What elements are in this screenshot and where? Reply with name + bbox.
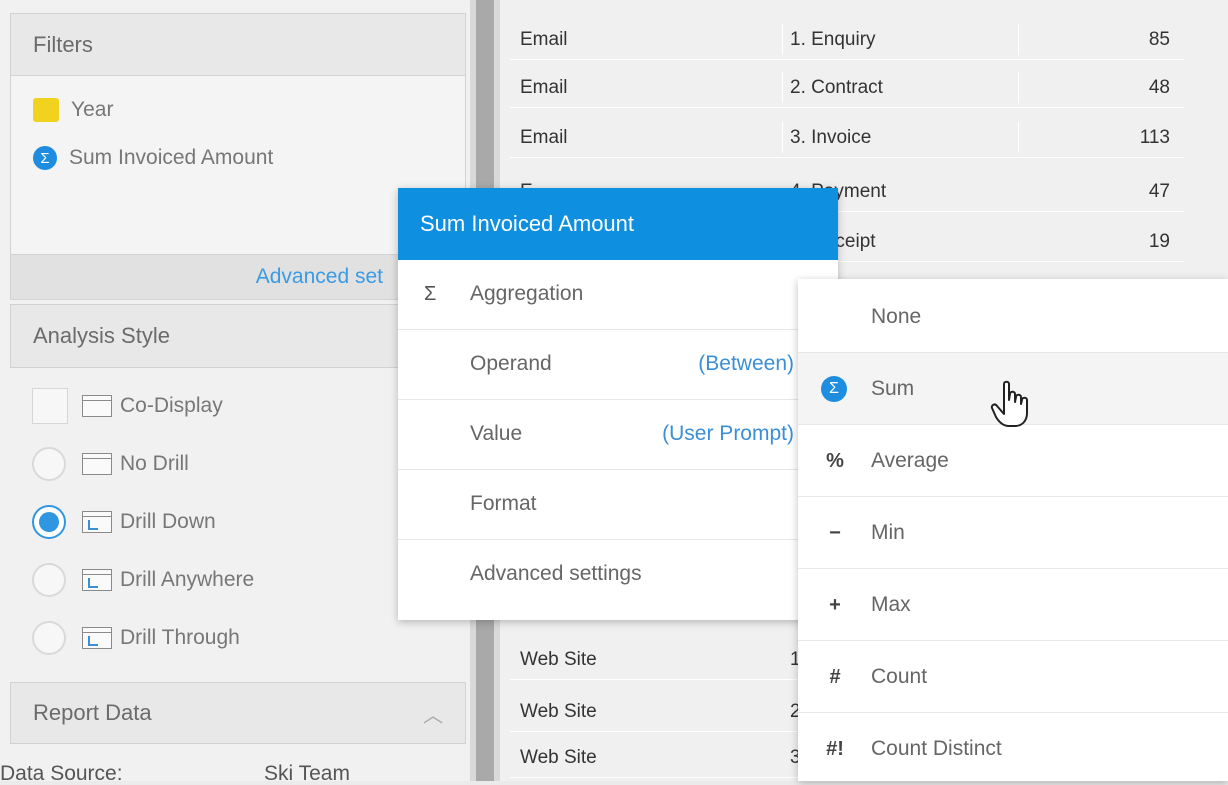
cell-divider <box>1018 122 1019 153</box>
aggregation-option-min[interactable]: − Min <box>798 497 1228 569</box>
style-option-drill-anywhere[interactable]: Drill Anywhere <box>32 563 254 597</box>
co-display-checkbox[interactable] <box>32 388 68 424</box>
aggregation-option-count[interactable]: # Count <box>798 641 1228 713</box>
menu-item-label: Advanced settings <box>470 562 642 585</box>
percent-icon: % <box>826 450 844 472</box>
style-option-label: No Drill <box>120 452 189 475</box>
aggregation-option-none[interactable]: None <box>798 281 1228 353</box>
option-label: Count Distinct <box>871 737 1002 760</box>
filters-title: Filters <box>33 31 93 57</box>
option-label: Count <box>871 665 928 688</box>
no-drill-radio[interactable] <box>32 447 66 481</box>
menu-item-value: (Between) <box>698 352 794 375</box>
table-cell: 113 <box>1139 126 1170 148</box>
table-cell: Web Site <box>520 700 597 722</box>
menu-item-value[interactable]: Value (User Prompt) <box>398 400 838 470</box>
drill-through-icon <box>82 627 112 649</box>
aggregation-submenu: None Σ Sum % Average − Min + Max # Count… <box>798 279 1228 781</box>
table-row[interactable]: Email 1. Enquiry 85 <box>510 20 1184 60</box>
table-cell: 2. Contract <box>790 76 883 98</box>
filter-item-year[interactable]: Year <box>33 98 113 122</box>
drill-anywhere-icon <box>82 569 112 591</box>
table-cell: Email <box>520 126 568 148</box>
menu-item-label: Value <box>470 422 523 445</box>
table-cell: 48 <box>1148 76 1170 98</box>
option-label: Max <box>871 593 911 616</box>
style-option-label: Drill Through <box>120 626 240 649</box>
drill-anywhere-radio[interactable] <box>32 563 66 597</box>
sigma-icon: Σ <box>424 283 437 305</box>
report-data-title: Report Data <box>33 700 152 725</box>
hand-pointer-icon <box>990 380 1028 427</box>
co-display-icon <box>82 395 112 417</box>
field-settings-popup: Sum Invoiced Amount Σ Aggregation Operan… <box>398 188 838 620</box>
menu-item-label: Aggregation <box>470 282 584 305</box>
menu-item-advanced-settings[interactable]: Advanced settings <box>398 540 838 610</box>
analysis-style-title: Analysis Style <box>33 323 170 348</box>
style-option-co-display[interactable]: Co-Display <box>32 388 223 424</box>
data-source-row: Data Source: Ski Team <box>0 746 470 781</box>
style-option-label: Drill Anywhere <box>120 568 255 591</box>
cell-divider <box>782 72 783 103</box>
style-option-label: Co-Display <box>120 394 223 417</box>
style-option-drill-down[interactable]: Drill Down <box>32 505 216 539</box>
plus-icon: + <box>829 594 841 616</box>
table-cell: 19 <box>1148 230 1170 252</box>
style-option-drill-through[interactable]: Drill Through <box>32 621 240 655</box>
filter-item-sum-invoiced-amount[interactable]: Σ Sum Invoiced Amount <box>33 146 273 170</box>
popup-title: Sum Invoiced Amount <box>398 188 838 260</box>
filters-header[interactable]: Filters <box>10 13 466 76</box>
option-label: Min <box>871 521 905 544</box>
drill-down-icon <box>82 511 112 533</box>
filter-label: Year <box>71 98 114 121</box>
table-cell: 3. Invoice <box>790 126 872 148</box>
report-data-header[interactable]: Report Data ︿ <box>10 682 466 744</box>
cell-divider <box>1018 72 1019 103</box>
aggregation-option-max[interactable]: + Max <box>798 569 1228 641</box>
hash-exclamation-icon: #! <box>826 738 844 760</box>
table-cell: 1. Enquiry <box>790 28 876 50</box>
filter-label: Sum Invoiced Amount <box>69 146 274 169</box>
menu-item-aggregation[interactable]: Σ Aggregation <box>398 260 838 330</box>
year-color-swatch-icon <box>33 98 59 122</box>
option-label: Average <box>871 449 949 472</box>
style-option-no-drill[interactable]: No Drill <box>32 447 189 481</box>
table-cell: Web Site <box>520 746 597 768</box>
table-row[interactable]: Email 3. Invoice 113 <box>510 118 1184 158</box>
sigma-icon: Σ <box>33 146 57 170</box>
minus-icon: − <box>829 522 841 544</box>
table-cell: Email <box>520 76 568 98</box>
data-source-value: Ski Team <box>264 762 350 781</box>
sigma-icon: Σ <box>821 376 847 402</box>
cell-divider <box>782 122 783 153</box>
option-label: Sum <box>871 377 915 400</box>
drill-down-radio[interactable] <box>32 505 66 539</box>
style-option-label: Drill Down <box>120 510 216 533</box>
no-drill-icon <box>82 453 112 475</box>
data-source-label: Data Source: <box>0 762 123 781</box>
menu-item-label: Operand <box>470 352 552 375</box>
table-cell: 47 <box>1148 180 1170 202</box>
menu-item-value: (User Prompt) <box>662 422 794 445</box>
table-cell: Web Site <box>520 648 597 670</box>
aggregation-option-average[interactable]: % Average <box>798 425 1228 497</box>
hash-icon: # <box>829 666 841 688</box>
table-cell: Email <box>520 28 568 50</box>
table-row[interactable]: Email 2. Contract 48 <box>510 68 1184 108</box>
menu-item-operand[interactable]: Operand (Between) <box>398 330 838 400</box>
menu-item-label: Format <box>470 492 537 515</box>
drill-through-radio[interactable] <box>32 621 66 655</box>
cell-divider <box>1018 24 1019 55</box>
aggregation-option-count-distinct[interactable]: #! Count Distinct <box>798 713 1228 785</box>
menu-item-format[interactable]: Format <box>398 470 838 540</box>
cell-divider <box>782 24 783 55</box>
table-cell: 85 <box>1148 28 1170 50</box>
chevron-up-icon[interactable]: ︿ <box>423 699 443 728</box>
option-label: None <box>871 305 922 328</box>
